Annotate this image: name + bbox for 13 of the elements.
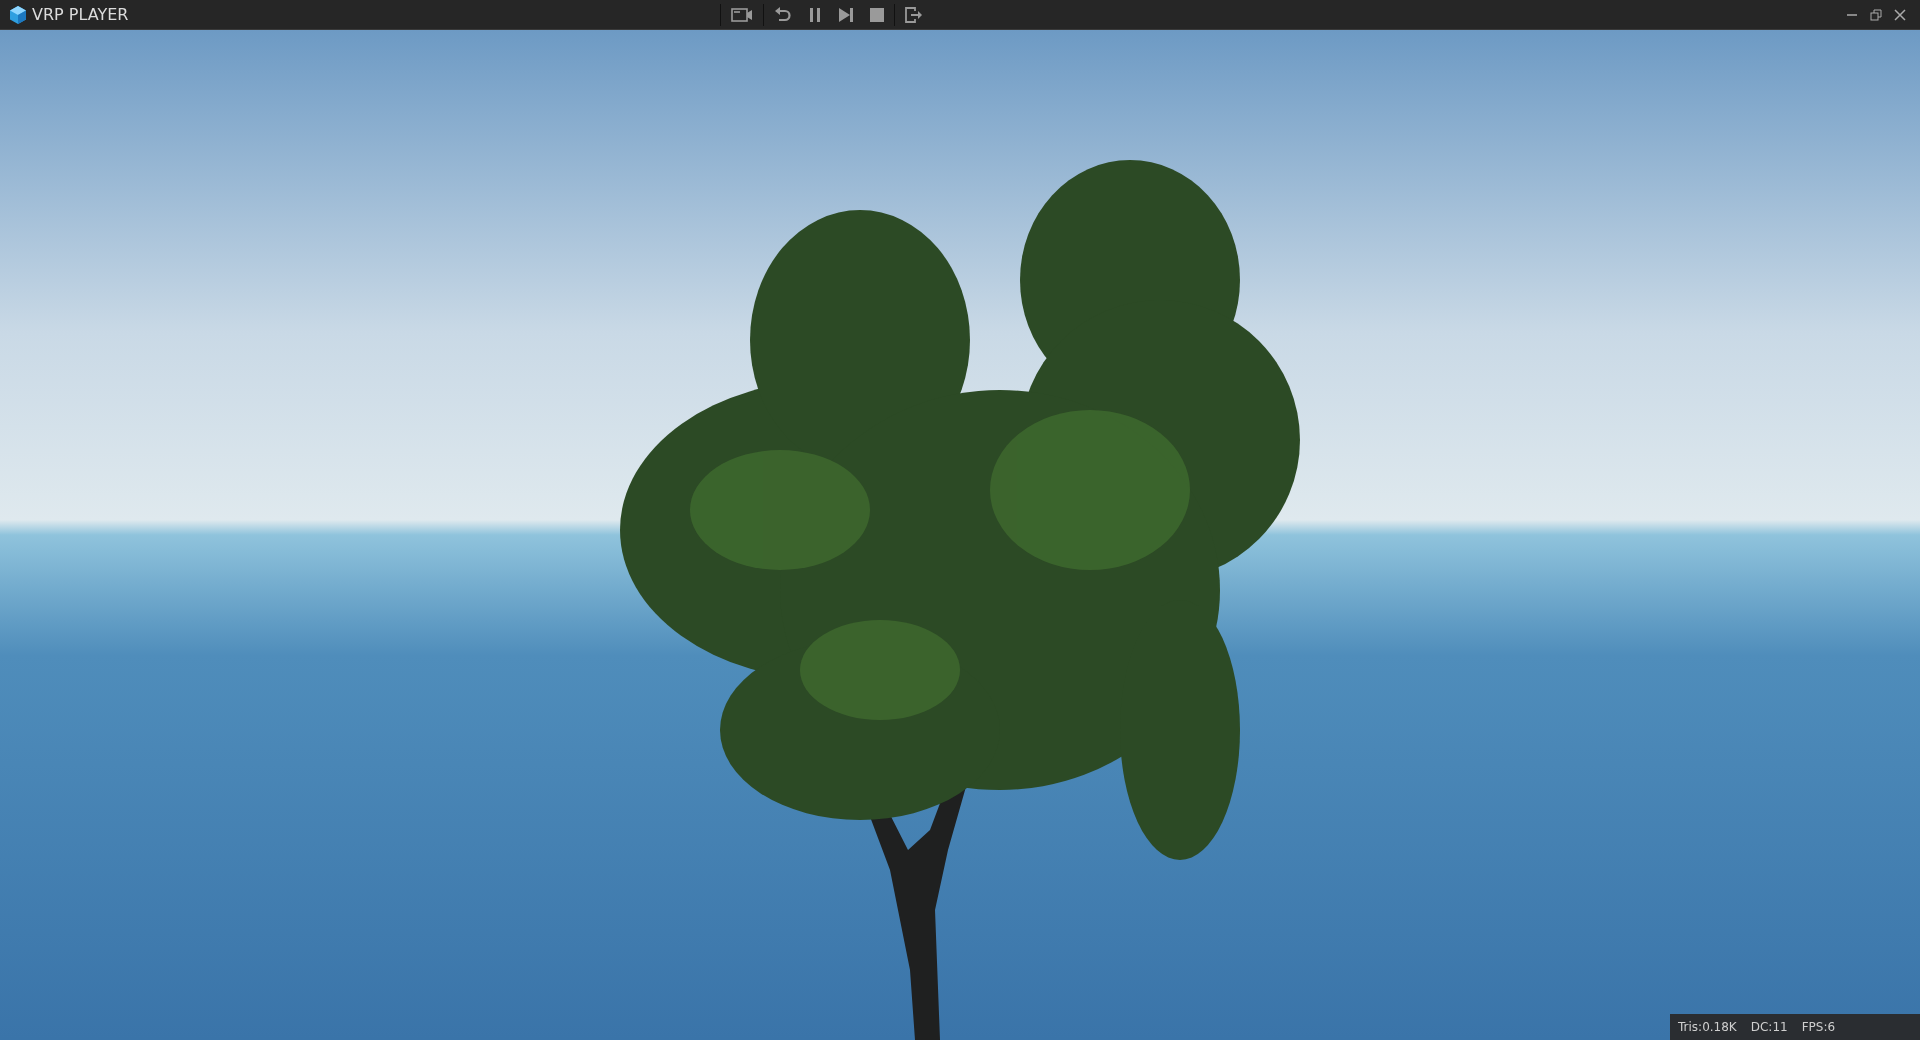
pause-icon — [808, 6, 822, 23]
step-forward-icon — [838, 6, 854, 23]
close-icon — [1894, 9, 1906, 21]
restore-icon — [1870, 9, 1882, 21]
video-camera-icon — [731, 6, 753, 23]
stat-text: DC:11 — [1750, 1019, 1788, 1036]
cube-logo-icon — [8, 4, 28, 25]
stop-icon — [870, 7, 884, 22]
undo-icon — [774, 6, 792, 23]
window-title: VRP PLAYER — [32, 3, 129, 26]
stat-text: FPS:6 — [1801, 1019, 1836, 1036]
exit-icon — [905, 6, 923, 23]
stat-text: Tris:0.18K — [1678, 1019, 1737, 1036]
